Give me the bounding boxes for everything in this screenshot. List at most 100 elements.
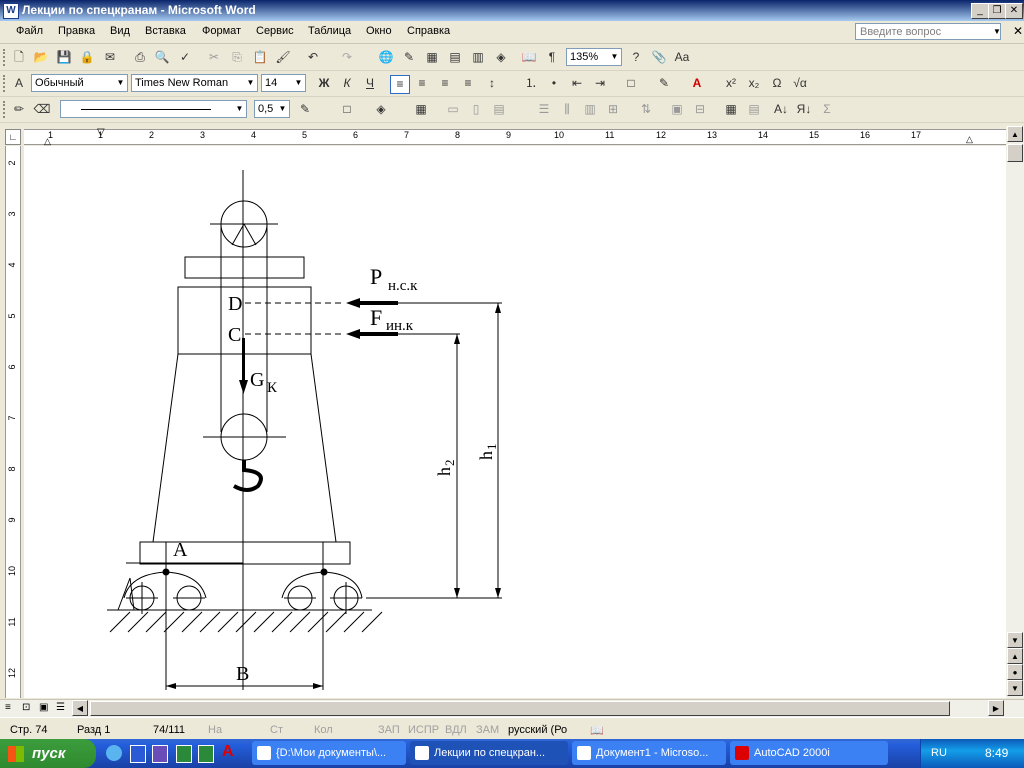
- underline-icon[interactable]: Ч: [361, 75, 379, 92]
- menu-table[interactable]: Таблица: [308, 25, 351, 37]
- tables-icon[interactable]: ▦: [423, 49, 441, 66]
- language-indicator[interactable]: RU: [931, 747, 947, 759]
- distribute-rows-icon[interactable]: ☰: [535, 101, 553, 118]
- split-cells-icon[interactable]: ▯: [467, 101, 485, 118]
- web-view-icon[interactable]: ⊡: [22, 702, 30, 713]
- close-doc-icon[interactable]: ✕: [1013, 24, 1023, 38]
- italic-icon[interactable]: К: [338, 75, 356, 92]
- text-direction-icon[interactable]: ⇅: [637, 101, 655, 118]
- excel-icon[interactable]: ▤: [446, 49, 464, 66]
- horizontal-scrollbar[interactable]: ≡ ⊡ ▣ ☰ ◀ ▶: [0, 699, 1024, 717]
- sort-ascending-icon[interactable]: A↓: [772, 101, 790, 118]
- copy-icon[interactable]: ⎘: [228, 49, 246, 66]
- task-word-lectures[interactable]: Лекции по спецкран...: [410, 741, 568, 765]
- sort-descending-icon[interactable]: Я↓: [795, 101, 813, 118]
- word-quicklaunch-icon[interactable]: [130, 745, 146, 763]
- show-hide-icon[interactable]: ¶: [543, 49, 561, 66]
- distribute-columns-icon[interactable]: ⫼: [558, 101, 576, 118]
- numbering-icon[interactable]: ⒈: [522, 75, 540, 92]
- delete-cells-icon[interactable]: ▤: [745, 101, 763, 118]
- font-combo[interactable]: Times New Roman ▼: [131, 74, 258, 92]
- subscript-icon[interactable]: x₂: [745, 75, 763, 92]
- select-browse-object-button[interactable]: ●: [1007, 664, 1023, 680]
- equation-icon[interactable]: √α: [791, 75, 809, 92]
- line-spacing-icon[interactable]: ↕: [483, 75, 501, 92]
- increase-indent-icon[interactable]: ⇥: [591, 75, 609, 92]
- menu-window[interactable]: Окно: [366, 25, 392, 37]
- first-line-indent-marker[interactable]: ▽: [97, 127, 105, 138]
- open-icon[interactable]: 📂: [32, 49, 50, 66]
- menu-help[interactable]: Справка: [407, 25, 450, 37]
- menu-file[interactable]: Файл: [16, 25, 43, 37]
- styles-icon[interactable]: A: [10, 75, 28, 92]
- hscroll-thumb[interactable]: [90, 701, 950, 716]
- scroll-left-button[interactable]: ◀: [72, 700, 88, 716]
- scroll-thumb[interactable]: [1007, 144, 1023, 162]
- excel-quicklaunch-icon[interactable]: [176, 745, 192, 763]
- autosum-icon[interactable]: Σ: [818, 101, 836, 118]
- font-color-icon[interactable]: A: [688, 75, 706, 92]
- spelling-status-icon[interactable]: 📖: [590, 724, 604, 737]
- start-button[interactable]: пуск: [0, 739, 96, 768]
- save-icon[interactable]: 💾: [55, 49, 73, 66]
- zoom-combo[interactable]: 135% ▼: [566, 48, 622, 66]
- app-quicklaunch-icon[interactable]: [152, 745, 168, 763]
- bold-icon[interactable]: Ж: [315, 75, 333, 92]
- hide-gridlines-icon[interactable]: ⊞: [604, 101, 622, 118]
- previous-page-button[interactable]: ▲: [1007, 648, 1023, 664]
- ask-dropdown-icon[interactable]: ▼: [993, 27, 1001, 36]
- toolbar-grip[interactable]: [3, 101, 8, 118]
- insert-table-icon[interactable]: ▦: [412, 101, 430, 118]
- border-icon[interactable]: □: [622, 75, 640, 92]
- task-autocad[interactable]: AutoCAD 2000i: [730, 741, 888, 765]
- superscript-icon[interactable]: x²: [722, 75, 740, 92]
- outside-border-icon[interactable]: □: [338, 101, 356, 118]
- status-ovr[interactable]: ЗАМ: [476, 724, 499, 736]
- pencil-icon[interactable]: ✏: [10, 101, 28, 118]
- document-page[interactable]: P н.с.к F ин.к D C G К A B h 1 h 2: [24, 146, 1006, 698]
- highlight-icon[interactable]: ✎: [655, 75, 673, 92]
- clock[interactable]: 8:49: [985, 746, 1008, 760]
- align-right-icon[interactable]: ≡: [436, 75, 454, 92]
- border-color-icon[interactable]: ✎: [296, 101, 314, 118]
- columns-icon[interactable]: ▥: [469, 49, 487, 66]
- scroll-up-button[interactable]: ▲: [1007, 126, 1023, 142]
- font-size-combo[interactable]: 14 ▼: [261, 74, 306, 92]
- status-trk[interactable]: ИСПР: [408, 724, 439, 736]
- repeat-header-icon[interactable]: ▣: [668, 101, 686, 118]
- attach-icon[interactable]: 📎: [650, 49, 668, 66]
- next-page-button[interactable]: ▼: [1007, 680, 1023, 696]
- undo-icon[interactable]: ↶: [304, 49, 322, 66]
- status-rec[interactable]: ЗАП: [378, 724, 400, 736]
- help-icon[interactable]: ?: [627, 49, 645, 66]
- outline-view-icon[interactable]: ☰: [56, 702, 65, 713]
- drawing-icon[interactable]: ✎: [400, 49, 418, 66]
- menu-view[interactable]: Вид: [110, 25, 130, 37]
- merge-cells-icon[interactable]: ▭: [444, 101, 462, 118]
- table-props-icon[interactable]: ⊟: [691, 101, 709, 118]
- ie-icon[interactable]: [106, 745, 122, 761]
- minimize-button[interactable]: _: [971, 3, 989, 19]
- print-preview-icon[interactable]: 🔍: [153, 49, 171, 66]
- line-weight-combo[interactable]: 0,5 ▼: [254, 100, 290, 118]
- autocad-quicklaunch-icon[interactable]: A: [222, 743, 234, 761]
- document-map-icon[interactable]: ◈: [492, 49, 510, 66]
- line-style-combo[interactable]: ▼: [60, 100, 247, 118]
- excel2-quicklaunch-icon[interactable]: [198, 745, 214, 763]
- tab-selector[interactable]: ∟: [5, 129, 21, 145]
- align-left-icon[interactable]: ≡: [390, 75, 410, 94]
- decrease-indent-icon[interactable]: ⇤: [568, 75, 586, 92]
- ask-question-input[interactable]: Введите вопрос: [855, 23, 1001, 40]
- email-icon[interactable]: ✉: [101, 49, 119, 66]
- align-cell-icon[interactable]: ▤: [490, 101, 508, 118]
- style-combo[interactable]: Обычный ▼: [31, 74, 128, 92]
- menu-format[interactable]: Формат: [202, 25, 241, 37]
- status-ext[interactable]: ВДЛ: [445, 724, 467, 736]
- table-autoformat-icon[interactable]: ▥: [581, 101, 599, 118]
- permission-icon[interactable]: 🔒: [78, 49, 96, 66]
- cut-icon[interactable]: ✂: [205, 49, 223, 66]
- bullets-icon[interactable]: •: [545, 75, 563, 92]
- read-icon[interactable]: 📖: [520, 49, 538, 66]
- symbol-icon[interactable]: Ω: [768, 75, 786, 92]
- word-app-icon[interactable]: W: [3, 3, 19, 19]
